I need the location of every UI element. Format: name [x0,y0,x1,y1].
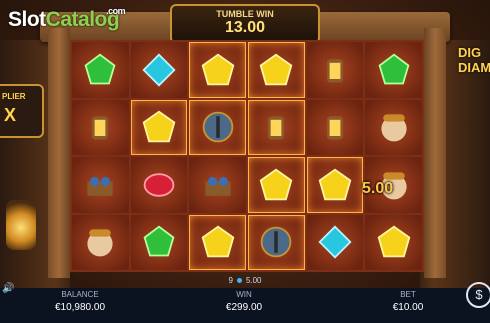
reel-cell [72,214,129,270]
tumble-win-value: 13.00 [224,19,266,36]
reel-cell [248,214,305,270]
logo-suffix: .com [106,6,126,16]
lantern-icon [326,116,344,140]
oil-lamp-icon [6,200,36,250]
reel-cell [306,214,364,270]
miner-icon [87,229,113,257]
tumble-win-label: TUMBLE WIN [216,9,274,19]
reel-cell [72,42,129,98]
reel-cell [130,157,188,213]
yellow-gem-icon [259,53,293,86]
blue-pickaxe-icon [202,111,233,143]
yellow-gem-icon [259,168,293,201]
win-value: €299.00 [225,302,263,313]
reel-cell [189,157,246,213]
yellow-gem-icon [318,168,352,201]
tumble-multiplier: 5.00 [245,276,262,285]
multiplier-label: PLIER [2,92,26,101]
tumble-count: 9 [228,276,233,285]
reel-cell [130,99,188,155]
reel-cell [248,42,305,98]
green-gem-icon [84,53,116,85]
reel-grid [70,40,424,272]
balance-label: BALANCE [61,290,99,299]
pickaxe-icon [261,226,292,258]
reel-cell [130,42,188,98]
miner-icon [381,114,407,142]
reel-cell [365,42,422,98]
sound-icon[interactable]: 🔊 [2,283,14,294]
reel-cell [306,157,364,213]
game-scene: SlotCatalog .com TUMBLE WIN 13.00 DIG DIA… [0,0,490,323]
site-logo: SlotCatalog .com [8,6,126,32]
cart-icon [205,176,231,196]
reel-cell [306,42,364,98]
lantern-icon [92,116,109,140]
balance-field: BALANCE €10,980.00 [50,290,110,313]
green-gem-icon [143,225,175,257]
game-logo: DIG DIAM [458,45,490,75]
reel-cell [189,214,246,270]
red-gem-icon [143,173,175,197]
reel-cell [72,157,129,213]
reel-cell [248,99,305,155]
logo-part-1: Slot [8,8,46,31]
yellow-gem-icon [142,110,176,143]
lantern-icon [326,58,344,83]
cyan-gem-icon [318,225,352,259]
wooden-post-right [424,28,446,278]
reel-cell [189,42,246,98]
cyan-gem-icon [142,53,176,87]
bet-field[interactable]: BET €10.00 [378,290,438,313]
multiplier-panel: PLIER X [0,84,44,138]
tumble-info: 9 5.00 [0,276,490,285]
multiplier-value: X [4,105,17,125]
bet-value: €10.00 [392,302,424,313]
green-gem-icon [378,53,410,85]
yellow-gem-icon [377,225,410,258]
yellow-gem-icon [201,225,234,258]
cart-icon [87,176,113,196]
reel-cell [365,214,422,270]
separator-dot-icon [236,278,242,284]
lantern-icon [268,116,285,140]
reel-cell [365,99,422,155]
tumble-win-panel: TUMBLE WIN 13.00 [170,4,320,44]
win-label: WIN [236,290,252,299]
reel-cell [72,99,129,155]
wooden-post-left [48,28,70,278]
reel-cell [306,99,364,155]
bet-label: BET [400,290,416,299]
reel-cell [189,99,246,155]
reel-cell [248,157,305,213]
yellow-gem-icon [201,53,234,86]
balance-value: €10,980.00 [54,302,106,313]
win-field: WIN €299.00 [214,290,274,313]
bet-settings-icon[interactable]: $ [466,282,490,308]
reel-cell [130,214,188,270]
multiplier-badge: 5.00 [362,180,394,197]
